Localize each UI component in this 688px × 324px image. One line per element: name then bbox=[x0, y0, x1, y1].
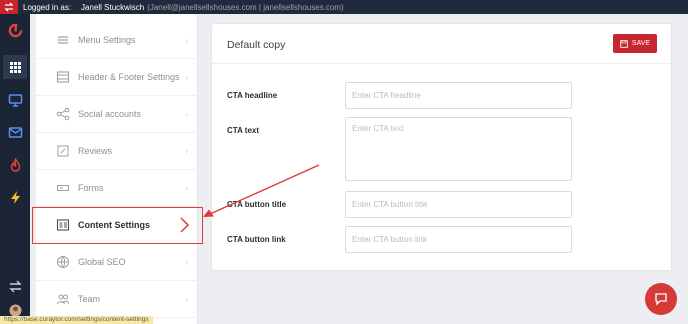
sidebar-item-team[interactable]: Team › bbox=[36, 281, 198, 318]
sidebar-item-global-seo[interactable]: Global SEO › bbox=[36, 244, 198, 281]
form-icon bbox=[56, 181, 70, 195]
sidebar-item-label: Global SEO bbox=[78, 257, 126, 267]
mail-icon[interactable] bbox=[3, 120, 27, 144]
save-icon bbox=[620, 39, 628, 48]
share-icon bbox=[56, 107, 70, 121]
divider bbox=[212, 63, 671, 64]
cta-button-title-label: CTA button title bbox=[227, 200, 287, 209]
cta-headline-label: CTA headline bbox=[227, 91, 278, 100]
cta-button-title-input[interactable] bbox=[345, 191, 572, 218]
user-name: Janell Stuckwisch bbox=[81, 2, 145, 12]
cta-button-link-label: CTA button link bbox=[227, 235, 286, 244]
chevron-right-icon: › bbox=[185, 109, 188, 119]
chevron-right-icon: › bbox=[185, 35, 188, 45]
sidebar-item-header-footer[interactable]: Header & Footer Settings › bbox=[36, 59, 198, 96]
bolt-icon[interactable] bbox=[3, 185, 27, 209]
edit-icon bbox=[56, 144, 70, 158]
monitor-icon[interactable] bbox=[3, 88, 27, 112]
layout-icon bbox=[56, 70, 70, 84]
sidebar-item-label: Reviews bbox=[78, 146, 113, 156]
team-icon bbox=[56, 292, 70, 306]
curator-logo-icon[interactable] bbox=[3, 18, 27, 42]
chevron-right-icon: › bbox=[185, 257, 188, 267]
status-url: https://base.curaytor.com/settings/conte… bbox=[0, 316, 153, 324]
cta-text-input[interactable] bbox=[345, 117, 572, 181]
sidebar-item-label: Menu Settings bbox=[78, 35, 136, 45]
sidebar-item-label: Header & Footer Settings bbox=[78, 72, 180, 82]
sidebar-item-social-accounts[interactable]: Social accounts › bbox=[36, 96, 198, 133]
chat-icon bbox=[655, 293, 667, 306]
apps-grid-icon[interactable] bbox=[3, 55, 27, 79]
switch-account-icon[interactable] bbox=[0, 0, 18, 14]
save-label: SAVE bbox=[631, 40, 651, 47]
menu-icon bbox=[56, 33, 70, 47]
cta-button-link-input[interactable] bbox=[345, 226, 572, 253]
fire-icon[interactable] bbox=[3, 153, 27, 177]
chevron-right-icon: › bbox=[185, 72, 188, 82]
chevron-right-icon bbox=[180, 217, 190, 233]
settings-sidebar: Menu Settings › Header & Footer Settings… bbox=[36, 14, 198, 324]
chevron-right-icon: › bbox=[185, 146, 188, 156]
globe-icon bbox=[56, 255, 70, 269]
sidebar-item-label: Social accounts bbox=[78, 109, 142, 119]
swap-icon[interactable] bbox=[3, 274, 27, 298]
chat-button[interactable] bbox=[645, 283, 677, 315]
cta-text-label: CTA text bbox=[227, 126, 259, 135]
top-bar: Logged in as: Janell Stuckwisch (Janell@… bbox=[0, 0, 688, 14]
chevron-right-icon: › bbox=[185, 183, 188, 193]
sidebar-item-reviews[interactable]: Reviews › bbox=[36, 133, 198, 170]
user-meta: (Janell@janellsellshouses.com | janellse… bbox=[147, 2, 344, 12]
save-button[interactable]: SAVE bbox=[613, 34, 657, 53]
default-copy-card: Default copy SAVE CTA headline CTA text … bbox=[211, 23, 672, 271]
cta-headline-input[interactable] bbox=[345, 82, 572, 109]
sidebar-item-menu-settings[interactable]: Menu Settings › bbox=[36, 22, 198, 59]
sidebar-item-forms[interactable]: Forms › bbox=[36, 170, 198, 207]
sidebar-item-label: Team bbox=[78, 294, 101, 304]
card-title: Default copy bbox=[227, 39, 286, 51]
chevron-right-icon: › bbox=[185, 294, 188, 304]
sidebar-item-label: Forms bbox=[78, 183, 104, 193]
left-rail bbox=[0, 14, 30, 324]
logged-in-label: Logged in as: bbox=[23, 2, 72, 12]
